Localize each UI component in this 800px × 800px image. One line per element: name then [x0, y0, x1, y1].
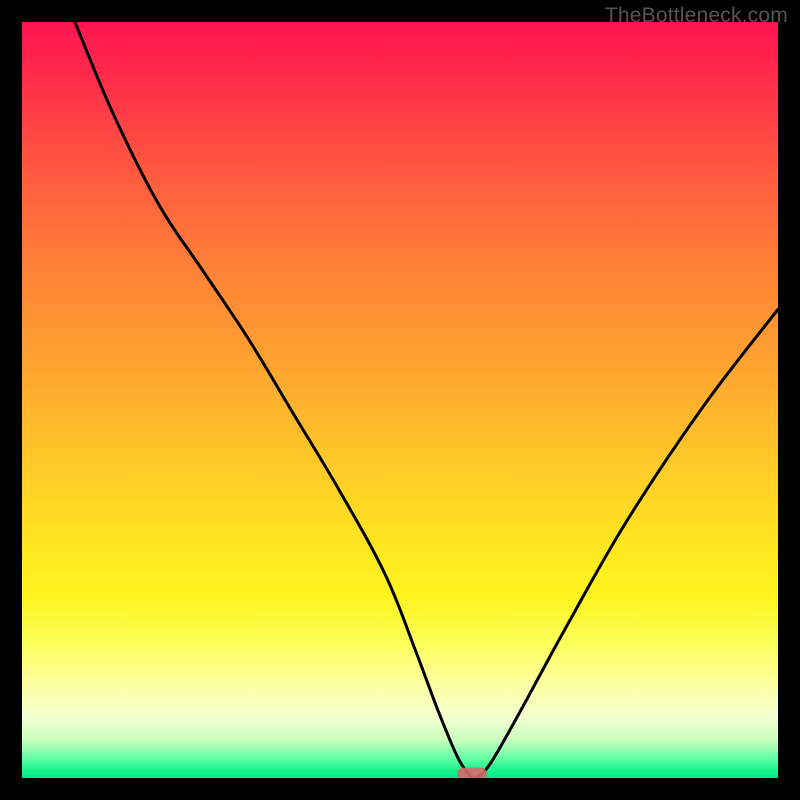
watermark-text: TheBottleneck.com — [605, 4, 788, 28]
minimum-marker — [457, 768, 487, 778]
plot-area — [22, 22, 778, 778]
bottleneck-curve — [22, 22, 778, 778]
chart-frame: TheBottleneck.com — [0, 0, 800, 800]
curve-path — [75, 22, 778, 778]
